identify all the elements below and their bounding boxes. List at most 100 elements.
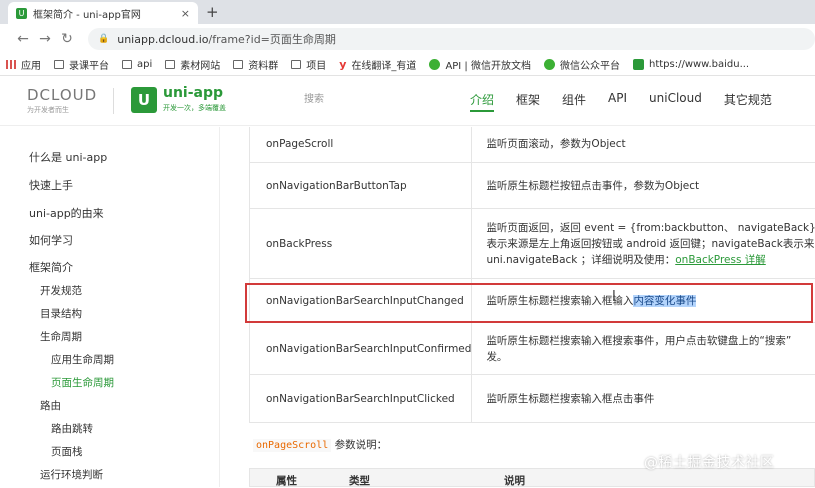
search-input[interactable]: 搜索: [298, 88, 448, 112]
bookmark-label: 录课平台: [69, 57, 109, 72]
sidebar-item-app-lifecycle[interactable]: 应用生命周期: [51, 352, 114, 367]
params-heading: onPageScroll 参数说明：: [253, 437, 387, 452]
bookmark-label: 应用: [21, 57, 41, 72]
bookmark-item[interactable]: 资料群: [233, 57, 278, 72]
bookmark-item[interactable]: 项目: [291, 57, 326, 72]
table-row: onNavigationBarButtonTap 监听原生标题栏按钮点击事件，参…: [250, 163, 815, 209]
highlight-annotation-box: [245, 283, 813, 323]
sidebar: 什么是 uni-app 快速上手 uni-app的由来 如何学习 框架简介 开发…: [0, 127, 220, 487]
params-col-type: 类型: [349, 473, 370, 488]
uniapp-slogan: 开发一次，多端覆盖: [163, 103, 226, 113]
bookmark-item[interactable]: API | 微信开放文档: [429, 57, 531, 72]
nav-framework[interactable]: 框架: [516, 91, 540, 112]
wechat-icon: [429, 59, 440, 70]
dcloud-logo-tagline: 为开发者而生: [27, 105, 95, 115]
event-name: onNavigationBarButtonTap: [250, 163, 472, 209]
sidebar-item-dev-spec[interactable]: 开发规范: [40, 283, 82, 298]
uniapp-favicon-icon: U: [16, 8, 27, 19]
sidebar-item-dir-structure[interactable]: 目录结构: [40, 306, 82, 321]
sidebar-item-routing[interactable]: 路由: [40, 398, 61, 413]
sidebar-item-page-stack[interactable]: 页面栈: [51, 444, 83, 459]
wechat-icon: [544, 59, 555, 70]
event-name: onPageScroll: [250, 127, 472, 163]
bookmark-label: API | 微信开放文档: [445, 57, 531, 72]
dcloud-logo[interactable]: DCLOUD 为开发者而生: [27, 86, 95, 115]
bookmark-item[interactable]: api: [122, 59, 152, 70]
bookmark-label: 项目: [306, 57, 326, 72]
reload-icon[interactable]: ↻: [56, 31, 78, 47]
sidebar-item-origin[interactable]: uni-app的由来: [29, 205, 104, 221]
sidebar-item-quick-start[interactable]: 快速上手: [29, 177, 73, 193]
event-name: onNavigationBarSearchInputConfirmed: [250, 323, 472, 375]
table-row: onNavigationBarSearchInputConfirmed 监听原生…: [250, 323, 815, 375]
event-desc-line: 表示来源是左上角返回按钮或 android 返回键；navigateBack表示…: [486, 236, 815, 252]
url-input[interactable]: 🔒 uniapp.dcloud.io/frame?id=页面生命周期: [88, 28, 815, 50]
bookmark-item[interactable]: 录课平台: [54, 57, 109, 72]
tab-title: 框架简介 - uni-app官网: [33, 6, 141, 21]
sidebar-item-page-lifecycle[interactable]: 页面生命周期: [51, 375, 114, 390]
lifecycle-event-table: onPageScroll 监听页面滚动，参数为Object onNavigati…: [249, 127, 815, 423]
new-tab-icon[interactable]: +: [206, 3, 219, 21]
uniapp-name: uni-app: [163, 85, 226, 101]
bookmark-item[interactable]: 微信公众平台: [544, 57, 620, 72]
event-desc: 监听原生标题栏按钮点击事件，参数为Object: [472, 163, 815, 209]
uniapp-icon: [633, 59, 644, 70]
sidebar-item-route-navigation[interactable]: 路由跳转: [51, 421, 93, 436]
nav-components[interactable]: 组件: [562, 91, 586, 112]
bookmark-label: 资料群: [248, 57, 278, 72]
bookmark-item[interactable]: 素材网站: [165, 57, 220, 72]
params-col-desc: 说明: [504, 473, 525, 488]
folder-icon: [165, 60, 175, 69]
event-desc-line: 监听页面返回，返回 event = {from:backbutton、 navi…: [486, 220, 815, 236]
event-desc: 监听原生标题栏搜索输入框搜索事件，用户点击软键盘上的“搜索” 发。: [472, 323, 815, 375]
sidebar-item-framework-intro[interactable]: 框架简介: [29, 259, 73, 275]
table-row: onPageScroll 监听页面滚动，参数为Object: [250, 127, 815, 163]
sidebar-item-lifecycle[interactable]: 生命周期: [40, 329, 82, 344]
bookmark-label: 素材网站: [180, 57, 220, 72]
table-row: onNavigationBarSearchInputClicked 监听原生标题…: [250, 375, 815, 423]
youdao-icon: y: [339, 58, 346, 71]
bookmark-label: api: [137, 59, 152, 70]
watermark: @稀土掘金技术社区: [644, 452, 775, 472]
browser-tab[interactable]: U 框架简介 - uni-app官网 ×: [8, 2, 198, 24]
sidebar-item-how-to-learn[interactable]: 如何学习: [29, 232, 73, 248]
bookmark-item[interactable]: y在线翻译_有道: [339, 57, 416, 72]
sidebar-item-env-detect[interactable]: 运行环境判断: [40, 467, 103, 482]
table-row: onBackPress 监听页面返回，返回 event = {from:back…: [250, 209, 815, 279]
event-name: onBackPress: [250, 209, 472, 279]
top-nav: 介绍 框架 组件 API uniCloud 其它规范: [470, 91, 794, 112]
lock-icon: 🔒: [98, 34, 109, 44]
bookmark-item[interactable]: 应用: [6, 57, 41, 72]
bookmarks-bar: 应用 录课平台 api 素材网站 资料群 项目 y在线翻译_有道 API | 微信开放文档微信…: [0, 54, 815, 76]
nav-unicloud[interactable]: uniCloud: [649, 91, 702, 112]
params-text: 参数说明：: [331, 439, 387, 451]
address-bar: ← → ↻ 🔒 uniapp.dcloud.io/frame?id=页面生命周期: [0, 24, 815, 54]
nav-api[interactable]: API: [608, 91, 627, 112]
uniapp-logo-icon[interactable]: U: [131, 87, 157, 113]
params-col-attr: 属性: [276, 473, 297, 488]
url-path: /frame?id=页面生命周期: [208, 31, 335, 47]
url-host: uniapp.dcloud.io: [117, 33, 208, 46]
bookmark-label: https://www.baidu...: [649, 59, 749, 70]
uniapp-logo-text[interactable]: uni-app 开发一次，多端覆盖: [163, 85, 226, 113]
event-desc: 监听原生标题栏搜索输入框点击事件: [472, 375, 815, 423]
folder-icon: [291, 60, 301, 69]
onbackpress-detail-link[interactable]: onBackPress 详解: [675, 254, 766, 266]
event-desc-line: uni.navigateBack ；详细说明及使用：onBackPress 详解: [486, 252, 815, 268]
folder-icon: [233, 60, 243, 69]
apps-grid-icon: [6, 60, 16, 69]
bookmark-item[interactable]: https://www.baidu...: [633, 59, 749, 70]
nav-other-specs[interactable]: 其它规范: [724, 91, 772, 112]
forward-arrow-icon[interactable]: →: [34, 31, 56, 47]
params-code: onPageScroll: [253, 439, 331, 452]
site-header: DCLOUD 为开发者而生 U uni-app 开发一次，多端覆盖 搜索 介绍 …: [0, 76, 815, 126]
nav-intro[interactable]: 介绍: [470, 91, 494, 112]
back-arrow-icon[interactable]: ←: [12, 31, 34, 47]
event-desc-text: uni.navigateBack ；详细说明及使用：: [486, 254, 675, 266]
folder-icon: [122, 60, 132, 69]
folder-icon: [54, 60, 64, 69]
logo-divider: [113, 88, 114, 114]
sidebar-item-what-is-uniapp[interactable]: 什么是 uni-app: [29, 149, 107, 165]
event-desc-line: 发。: [486, 349, 815, 365]
close-tab-icon[interactable]: ×: [181, 7, 190, 20]
